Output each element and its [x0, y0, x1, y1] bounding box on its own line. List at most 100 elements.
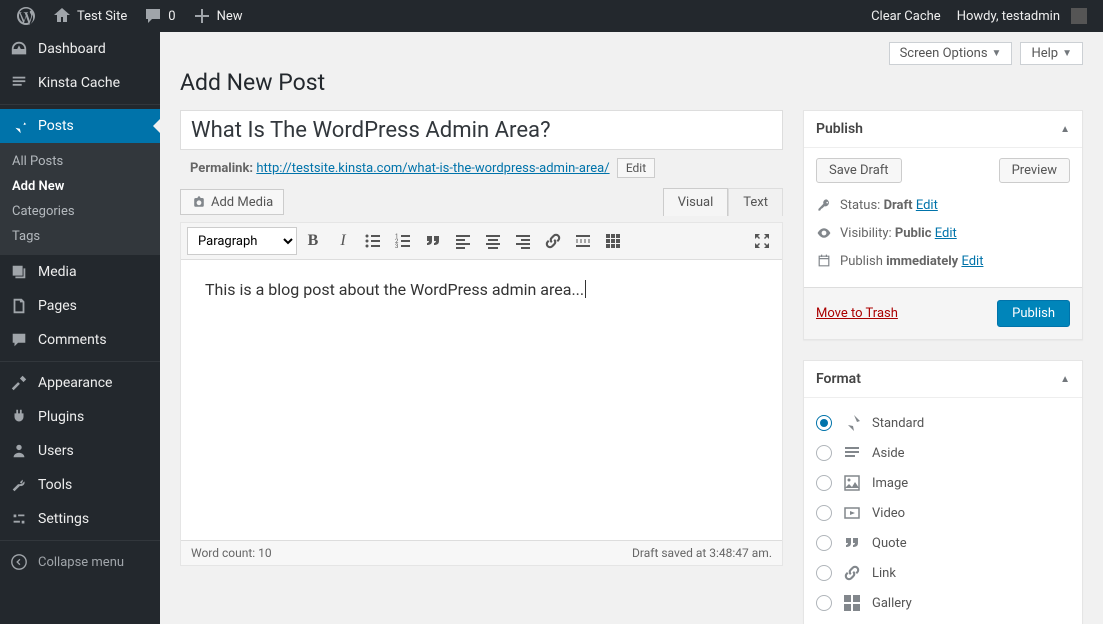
align-right-button[interactable] — [509, 227, 537, 255]
comments-link[interactable]: 0 — [135, 0, 183, 32]
svg-text:3: 3 — [395, 243, 398, 250]
pages-icon — [10, 297, 28, 315]
format-option-image[interactable]: Image — [816, 468, 1070, 498]
format-label: Gallery — [872, 596, 912, 611]
collapse-menu[interactable]: Collapse menu — [0, 545, 160, 579]
format-option-link[interactable]: Link — [816, 558, 1070, 588]
format-label: Standard — [872, 416, 924, 431]
link-icon — [842, 563, 862, 583]
eye-icon — [816, 225, 832, 241]
settings-icon — [10, 510, 28, 528]
sidebar-item-comments[interactable]: Comments — [0, 323, 160, 357]
read-more-button[interactable] — [569, 227, 597, 255]
radio-icon — [816, 475, 832, 491]
edit-permalink-button[interactable]: Edit — [617, 158, 655, 178]
sidebar-item-media[interactable]: Media — [0, 255, 160, 289]
format-option-video[interactable]: Video — [816, 498, 1070, 528]
format-option-standard[interactable]: Standard — [816, 408, 1070, 438]
tab-visual[interactable]: Visual — [663, 188, 729, 216]
media-icon — [10, 263, 28, 281]
bullet-list-button[interactable] — [359, 227, 387, 255]
calendar-icon — [816, 253, 832, 269]
fullscreen-button[interactable] — [748, 227, 776, 255]
sidebar-item-plugins[interactable]: Plugins — [0, 400, 160, 434]
edit-schedule-link[interactable]: Edit — [961, 254, 983, 269]
format-option-aside[interactable]: Aside — [816, 438, 1070, 468]
publish-button[interactable]: Publish — [997, 300, 1070, 327]
wp-logo[interactable] — [8, 0, 44, 32]
submenu-all-posts[interactable]: All Posts — [0, 149, 160, 174]
edit-status-link[interactable]: Edit — [916, 198, 938, 213]
chevron-down-icon: ▼ — [992, 48, 1002, 59]
help-button[interactable]: Help ▼ — [1020, 42, 1083, 65]
comment-icon — [143, 6, 163, 26]
editor: Paragraph B I 123 — [180, 222, 783, 566]
publish-box-header[interactable]: Publish▲ — [804, 111, 1082, 148]
link-button[interactable] — [539, 227, 567, 255]
format-option-quote[interactable]: Quote — [816, 528, 1070, 558]
bold-button[interactable]: B — [299, 227, 327, 255]
submenu-add-new[interactable]: Add New — [0, 174, 160, 199]
comments-count: 0 — [168, 9, 175, 24]
sidebar-item-posts[interactable]: Posts — [0, 109, 160, 143]
submenu-tags[interactable]: Tags — [0, 224, 160, 249]
format-label: Image — [872, 476, 908, 491]
admin-toolbar: Test Site 0 New Clear Cache Howdy, testa… — [0, 0, 1103, 32]
admin-sidebar: Dashboard Kinsta Cache Posts All Posts A… — [0, 32, 160, 624]
plus-icon — [192, 6, 212, 26]
format-option-audio[interactable]: Audio — [816, 618, 1070, 624]
permalink-url[interactable]: http://testsite.kinsta.com/what-is-the-w… — [256, 161, 609, 176]
post-title-input[interactable] — [180, 110, 783, 150]
tab-text[interactable]: Text — [728, 188, 783, 216]
word-count: Word count: 10 — [191, 546, 272, 560]
sidebar-item-tools[interactable]: Tools — [0, 468, 160, 502]
editor-content[interactable]: This is a blog post about the WordPress … — [181, 260, 782, 540]
sidebar-item-settings[interactable]: Settings — [0, 502, 160, 536]
collapse-icon — [10, 553, 28, 571]
submenu-categories[interactable]: Categories — [0, 199, 160, 224]
italic-button[interactable]: I — [329, 227, 357, 255]
sidebar-item-appearance[interactable]: Appearance — [0, 366, 160, 400]
blockquote-button[interactable] — [419, 227, 447, 255]
visibility-row: Visibility: Public Edit — [816, 219, 1070, 247]
site-name-link[interactable]: Test Site — [44, 0, 135, 32]
clear-cache-link[interactable]: Clear Cache — [863, 0, 949, 32]
key-icon — [816, 197, 832, 213]
save-draft-button[interactable]: Save Draft — [816, 158, 902, 183]
permalink-row: Permalink: http://testsite.kinsta.com/wh… — [180, 150, 783, 188]
format-label: Aside — [872, 446, 905, 461]
format-box: Format▲ Standard Aside Image Video Quote — [803, 360, 1083, 624]
toolbar-toggle-button[interactable] — [599, 227, 627, 255]
radio-icon — [816, 505, 832, 521]
screen-options-button[interactable]: Screen Options ▼ — [889, 42, 1013, 65]
new-content-link[interactable]: New — [184, 0, 251, 32]
new-label: New — [217, 9, 243, 24]
publish-box: Publish▲ Save Draft Preview Status: Draf… — [803, 110, 1083, 340]
align-center-button[interactable] — [479, 227, 507, 255]
chevron-up-icon: ▲ — [1060, 124, 1070, 135]
edit-visibility-link[interactable]: Edit — [935, 226, 957, 241]
main-content: Screen Options ▼ Help ▼ Add New Post Per… — [160, 32, 1103, 624]
format-box-header[interactable]: Format▲ — [804, 361, 1082, 398]
sidebar-item-pages[interactable]: Pages — [0, 289, 160, 323]
dashboard-icon — [10, 40, 28, 58]
add-media-button[interactable]: Add Media — [180, 189, 284, 215]
numbered-list-button[interactable]: 123 — [389, 227, 417, 255]
format-select[interactable]: Paragraph — [187, 227, 297, 255]
format-option-gallery[interactable]: Gallery — [816, 588, 1070, 618]
comments-icon — [10, 331, 28, 349]
sidebar-item-kinsta-cache[interactable]: Kinsta Cache — [0, 66, 160, 100]
move-to-trash-link[interactable]: Move to Trash — [816, 306, 898, 321]
radio-icon — [816, 565, 832, 581]
permalink-label: Permalink: — [190, 161, 253, 176]
image-icon — [842, 473, 862, 493]
sidebar-item-dashboard[interactable]: Dashboard — [0, 32, 160, 66]
account-link[interactable]: Howdy, testadmin — [949, 0, 1095, 32]
chevron-up-icon: ▲ — [1060, 374, 1070, 385]
format-label: Quote — [872, 536, 907, 551]
sidebar-item-users[interactable]: Users — [0, 434, 160, 468]
preview-button[interactable]: Preview — [999, 158, 1070, 183]
camera-icon — [191, 194, 207, 210]
align-left-button[interactable] — [449, 227, 477, 255]
tools-icon — [10, 476, 28, 494]
